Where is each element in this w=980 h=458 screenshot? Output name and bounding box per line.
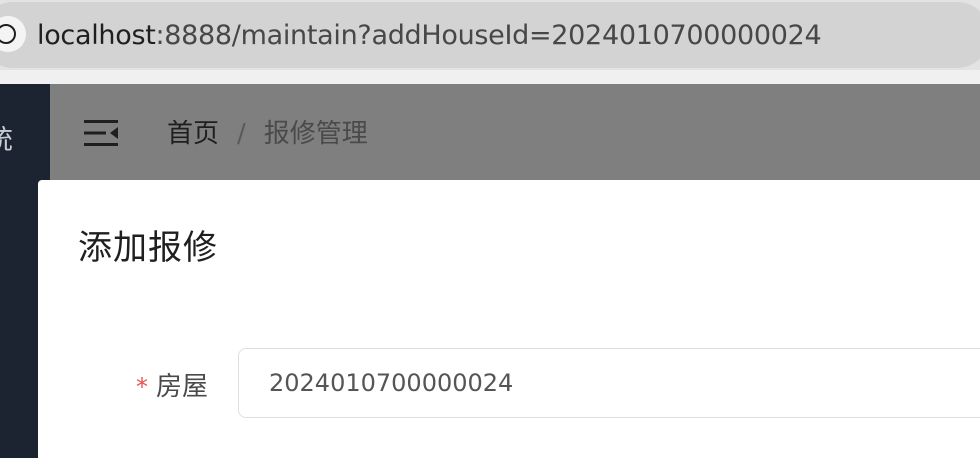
house-label: * 房屋 [136,366,208,403]
browser-address-bar: localhost:8888/maintain?addHouseId=20240… [0,0,980,70]
dialog-title: 添加报修 [78,228,218,268]
house-input[interactable] [238,348,980,418]
url-path: :8888/maintain?addHouseId=20240107000000… [155,20,822,51]
add-repair-dialog: 添加报修 * 房屋 [38,180,980,458]
menu-fold-icon[interactable] [84,120,118,146]
house-label-text: 房屋 [156,372,209,402]
breadcrumb-current: 报修管理 [263,119,368,149]
breadcrumb-home[interactable]: 首页 [167,119,219,149]
url-host: localhost [37,20,156,51]
top-header: 首页 / 报修管理 [50,84,980,180]
form-row-house: * 房屋 [38,348,980,420]
breadcrumb: 首页 / 报修管理 [167,114,368,154]
chrome-separator [0,70,980,84]
breadcrumb-separator: / [237,119,246,149]
sidebar-title: 统 [0,118,13,157]
required-mark: * [136,373,148,401]
site-info-icon [0,24,16,44]
url-text[interactable]: localhost:8888/maintain?addHouseId=20240… [37,16,822,56]
